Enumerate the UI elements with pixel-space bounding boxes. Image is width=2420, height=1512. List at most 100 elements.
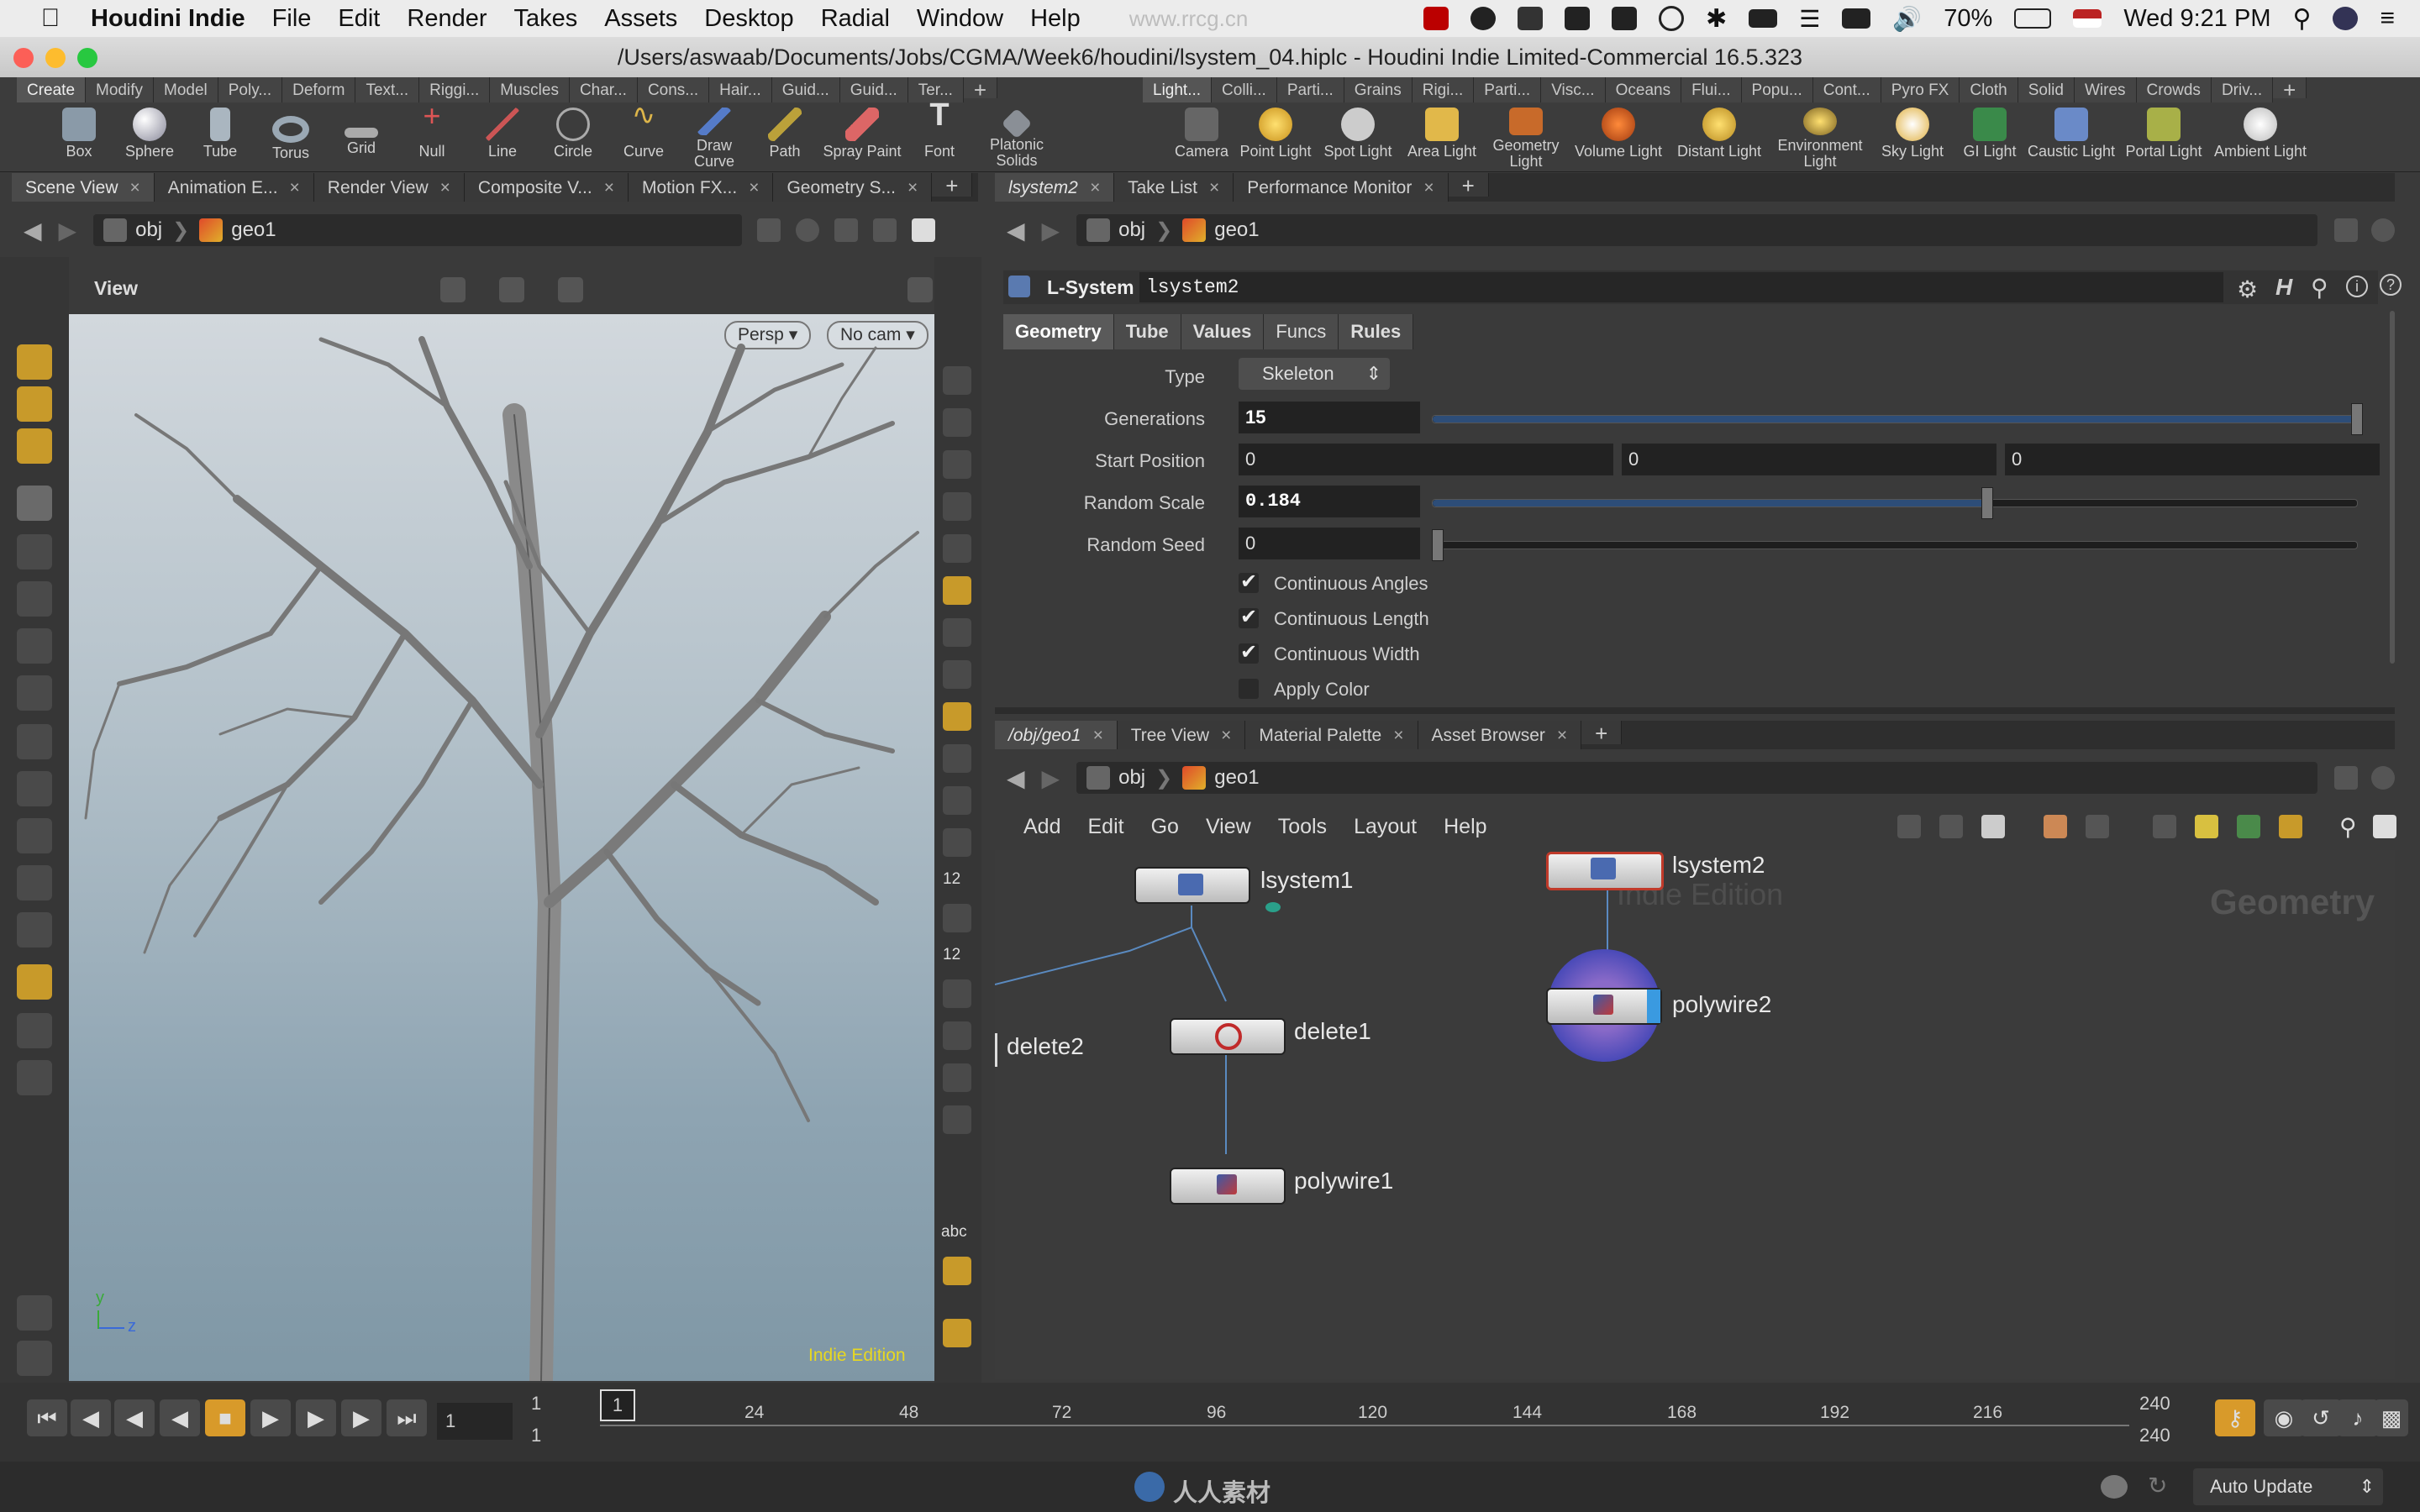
menu-assets[interactable]: Assets (604, 5, 677, 33)
light-toggle-icon[interactable] (943, 576, 971, 605)
node-lsystem1[interactable] (1134, 867, 1250, 904)
tool-sky-light[interactable]: Sky Light (1870, 104, 1954, 170)
shelf-tab-viscous[interactable]: Visc... (1541, 77, 1606, 102)
tool-point-light[interactable]: Point Light (1235, 104, 1316, 170)
network-box-icon[interactable] (2153, 815, 2176, 838)
next-key-icon[interactable]: ▶ (341, 1399, 381, 1436)
refresh-icon[interactable]: ↻ (2148, 1472, 2167, 1499)
tool-sphere[interactable]: Sphere (114, 104, 185, 170)
record-icon[interactable] (1423, 7, 1449, 30)
tab-motion-fx[interactable]: Motion FX... × (628, 173, 774, 202)
global-settings-icon[interactable]: ▩ (2375, 1399, 2408, 1436)
shelf-tab-wires[interactable]: Wires (2074, 77, 2137, 102)
shelf-tab-modify[interactable]: Modify (86, 77, 154, 102)
display-options-icon[interactable] (834, 218, 859, 242)
node-label-lsystem2[interactable]: lsystem2 (1672, 852, 1765, 879)
path-field[interactable]: obj ❯ geo1 (93, 214, 743, 246)
link-icon[interactable] (2371, 218, 2395, 242)
timeline-track[interactable] (600, 1425, 2129, 1426)
step-forward-icon[interactable]: ▶ (296, 1399, 336, 1436)
menu-edit[interactable]: Edit (338, 5, 380, 33)
menu-file[interactable]: File (272, 5, 312, 33)
tab-tree-view[interactable]: Tree View × (1117, 721, 1246, 749)
add-tab-icon[interactable]: + (1448, 173, 1489, 198)
path-obj[interactable]: obj (1118, 218, 1145, 242)
zoom-window-button[interactable] (77, 48, 97, 68)
back-icon[interactable]: ◀ (1007, 764, 1025, 792)
snapshot-icon[interactable] (873, 218, 897, 242)
play-reverse-icon[interactable]: ◀ (160, 1399, 200, 1436)
node-delete2[interactable] (995, 1033, 997, 1067)
time-machine-icon[interactable] (1659, 6, 1685, 31)
chat-icon[interactable] (2101, 1475, 2128, 1499)
node-polywire1[interactable] (1170, 1168, 1286, 1205)
pin-icon[interactable] (2334, 766, 2359, 790)
path-obj[interactable]: obj (135, 218, 162, 242)
magnet-tool-icon[interactable] (17, 912, 52, 948)
node-label-lsystem1[interactable]: lsystem1 (1260, 867, 1353, 894)
view-tool-icon[interactable] (17, 818, 52, 853)
continuous-width-checkbox[interactable]: ✔ (1239, 643, 1259, 664)
orbit-tool-icon[interactable] (17, 865, 52, 900)
path-obj[interactable]: obj (1118, 766, 1145, 790)
close-window-button[interactable] (13, 48, 34, 68)
subtab-funcs[interactable]: Funcs (1264, 314, 1339, 349)
help-icon[interactable]: ? (2380, 274, 2402, 296)
folder-icon[interactable] (2279, 815, 2302, 838)
shelf-tab-guid-1[interactable]: Guid... (771, 77, 840, 102)
shelf-tab-populate[interactable]: Popu... (1741, 77, 1813, 102)
node-polywire2[interactable] (1546, 988, 1662, 1025)
tab-render-view[interactable]: Render View × (313, 173, 465, 202)
shelf-tab-lights[interactable]: Light... (1143, 77, 1213, 102)
tool-curve[interactable]: ∿ Curve (608, 101, 679, 170)
snapping-tool-icon[interactable] (17, 964, 52, 1000)
background-icon[interactable] (912, 218, 936, 242)
loop-icon[interactable]: ↺ (2301, 1399, 2341, 1436)
scale-tool-icon[interactable] (17, 428, 52, 464)
path-geo1[interactable]: geo1 (231, 218, 276, 242)
tool-gi-light[interactable]: GI Light (1954, 104, 2025, 170)
creative-cloud-icon[interactable] (1565, 7, 1591, 30)
subtab-values[interactable]: Values (1181, 314, 1265, 349)
dropbox-icon[interactable] (1518, 7, 1544, 30)
rotate-tool-icon[interactable] (17, 534, 52, 570)
network-menu-layout[interactable]: Layout (1354, 815, 1417, 839)
tab-animation-editor[interactable]: Animation E... × (154, 173, 314, 202)
close-icon[interactable]: × (1557, 726, 1567, 745)
shelf-tab-solid[interactable]: Solid (2018, 77, 2075, 102)
step-back-icon[interactable]: ◀ (114, 1399, 155, 1436)
random-seed-slider-handle[interactable] (1432, 529, 1444, 561)
pin-icon[interactable] (757, 218, 781, 242)
link-icon[interactable] (796, 218, 820, 242)
path-geo1[interactable]: geo1 (1214, 766, 1259, 790)
forward-icon[interactable]: ▶ (1042, 764, 1060, 792)
viewport[interactable]: Persp ▾ No cam ▾ y z Indie Edition (69, 314, 934, 1381)
tree-icon[interactable] (1939, 815, 1963, 838)
shelf-tab-poly[interactable]: Poly... (218, 77, 283, 102)
pose-tool-icon[interactable] (17, 675, 52, 711)
current-frame-marker[interactable]: 1 (600, 1389, 635, 1421)
auto-update-menu[interactable]: Auto Update ⇕ (2193, 1468, 2383, 1505)
current-frame-field[interactable]: 1 (437, 1403, 513, 1440)
network-editor[interactable]: Geometry Indie Edition lsystem1 lsystem2… (995, 850, 2395, 1379)
realtime-icon[interactable]: ◉ (2264, 1399, 2304, 1436)
edit-tool-icon[interactable] (17, 771, 52, 806)
shelf-tab-grains[interactable]: Grains (1344, 77, 1413, 102)
siri-icon[interactable] (2333, 7, 2359, 30)
jump-end-icon[interactable]: ⏭ (387, 1399, 427, 1436)
global-start-field[interactable]: 1 (531, 1425, 541, 1446)
shelf-tab-drive[interactable]: Driv... (2211, 77, 2274, 102)
node-label-polywire2[interactable]: polywire2 (1672, 991, 1771, 1018)
subtab-geometry[interactable]: Geometry (1003, 314, 1114, 349)
text-labels-label[interactable]: abc (941, 1223, 967, 1242)
wireframe-icon[interactable] (943, 408, 971, 437)
lock-icon[interactable] (943, 450, 971, 479)
gear-icon[interactable]: ⚙ (2237, 276, 2258, 303)
snap-icon[interactable] (499, 277, 524, 302)
add-shelf-icon[interactable]: + (2273, 77, 2307, 102)
tool-spot-light[interactable]: Spot Light (1316, 104, 1400, 170)
range-end-field[interactable]: 240 (2139, 1393, 2170, 1415)
notification-icon[interactable] (1470, 7, 1497, 30)
tab-material-palette[interactable]: Material Palette × (1245, 721, 1418, 749)
play-icon[interactable]: ▶ (250, 1399, 291, 1436)
